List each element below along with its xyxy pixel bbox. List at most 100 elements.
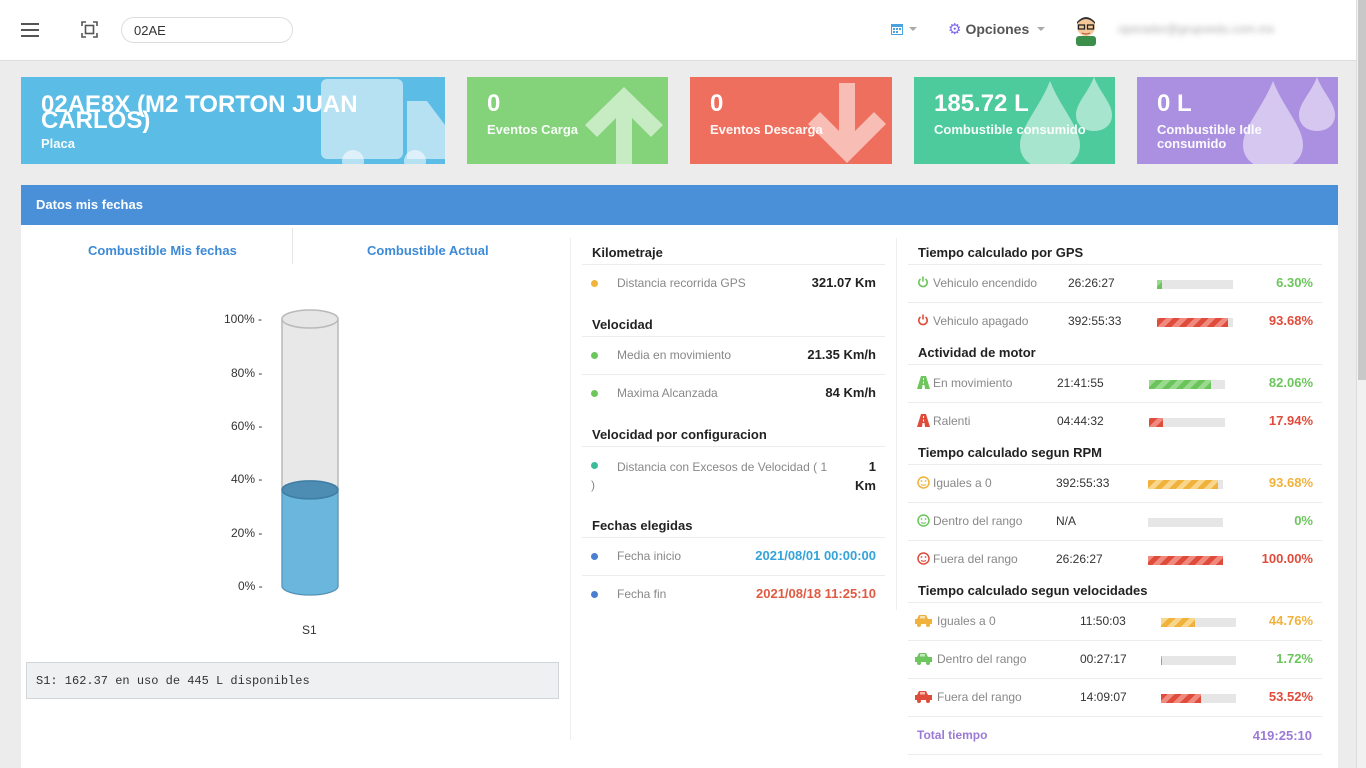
row-label: Distancia con Excesos de Velocidad ( 1 [617, 460, 828, 474]
top-navbar: ⚙ Opciones operador@grupoedu.com.mx [0, 0, 1356, 61]
list-item: Fecha inicio 2021/08/01 00:00:00 [582, 537, 885, 575]
progress-fill [1161, 694, 1202, 703]
list-item: En movimiento 21:41:55 82.06% [908, 364, 1322, 402]
search-input[interactable] [121, 17, 293, 43]
car-icon [914, 690, 932, 704]
end-date-value: 2021/08/18 11:25:10 [756, 586, 876, 601]
list-item: Fuera del rango 14:09:07 53.52% [908, 678, 1322, 716]
plate-value: 02AE8X (M2 TORTON JUAN CARLOS) [41, 91, 358, 134]
row-time: 26:26:27 [1068, 276, 1115, 290]
row-time: 14:09:07 [1080, 690, 1127, 704]
section-title-velocidades: Tiempo calculado segun velocidades [918, 583, 1148, 598]
username-label[interactable]: operador@grupoedu.com.mx [1118, 22, 1328, 36]
road-icon [917, 376, 931, 390]
progress-bar [1157, 280, 1233, 289]
car-icon [914, 652, 932, 666]
progress-fill [1161, 618, 1195, 627]
idle-fuel-card: 0 L Combustible Idle consumido [1137, 77, 1338, 164]
fuel-level-surface [281, 480, 339, 500]
row-percent: 17.94% [1268, 413, 1313, 428]
list-item: Distancia recorrida GPS 321.07 Km [582, 264, 885, 302]
avatar[interactable] [1072, 14, 1100, 46]
progress-bar [1148, 480, 1223, 489]
row-percent: 1.72% [1276, 651, 1313, 666]
tab-fuel-current[interactable]: Combustible Actual [367, 243, 489, 258]
row-percent: 93.68% [1268, 313, 1313, 328]
row-value: 84 Km/h [825, 385, 876, 400]
power-icon [917, 314, 931, 328]
column-divider [896, 238, 897, 610]
gear-icon: ⚙ [948, 21, 962, 38]
calendar-button[interactable] [890, 20, 924, 40]
section-title-config: Velocidad por configuracion [592, 427, 767, 442]
plate-label: Placa [41, 136, 75, 151]
axis-label: 100% - [224, 312, 263, 326]
status-dot [591, 352, 598, 359]
progress-bar [1149, 418, 1225, 427]
options-label: Opciones [965, 21, 1030, 37]
unload-events-value: 0 [710, 90, 724, 117]
section-title-rpm: Tiempo calculado segun RPM [918, 445, 1102, 460]
row-label: ) [591, 478, 595, 492]
unload-events-label: Eventos Descarga [710, 122, 823, 137]
load-events-card: 0 Eventos Carga [467, 77, 668, 164]
list-item: Ralenti 04:44:32 17.94% [908, 402, 1322, 440]
axis-label: 80% - [231, 366, 263, 380]
total-time-value: 419:25:10 [1252, 728, 1312, 743]
row-time: 392:55:33 [1056, 476, 1110, 490]
chevron-down-icon [909, 27, 917, 32]
tab-fuel-my-dates[interactable]: Combustible Mis fechas [88, 243, 237, 258]
fuel-consumed-card: 185.72 L Combustible consumido [914, 77, 1115, 164]
row-label: Distancia recorrida GPS [617, 276, 746, 290]
status-dot [591, 280, 598, 287]
row-percent: 82.06% [1268, 375, 1313, 390]
arrow-up-icon [585, 87, 663, 164]
menu-icon[interactable] [21, 23, 39, 37]
drop-icon [1020, 77, 1112, 164]
progress-bar [1161, 656, 1236, 665]
progress-bar [1157, 318, 1233, 327]
row-time: 11:50:03 [1080, 614, 1126, 628]
progress-bar [1161, 694, 1236, 703]
status-dot [591, 390, 598, 397]
load-events-value: 0 [487, 90, 501, 117]
row-percent: 93.68% [1268, 475, 1313, 490]
start-date-value: 2021/08/01 00:00:00 [755, 548, 876, 563]
row-label: Dentro del rango [937, 652, 1027, 666]
row-label: Fuera del rango [933, 552, 1018, 566]
list-item: Fecha fin 2021/08/18 11:25:10 [582, 575, 885, 613]
list-item: Dentro del rango 00:27:17 1.72% [908, 640, 1322, 678]
row-label: Fuera del rango [937, 690, 1022, 704]
axis-label: 20% - [231, 526, 263, 540]
gauge-icon [917, 552, 931, 566]
divider [908, 754, 1322, 755]
progress-fill [1161, 656, 1163, 665]
row-time: 21:41:55 [1057, 376, 1104, 390]
list-item: Maxima Alcanzada 84 Km/h [582, 374, 885, 412]
axis-label: 40% - [231, 472, 263, 486]
progress-fill [1149, 418, 1163, 427]
calendar-icon [891, 24, 903, 36]
row-percent: 6.30% [1276, 275, 1313, 290]
row-value: 321.07 Km [811, 275, 876, 290]
fullscreen-icon[interactable] [81, 21, 98, 38]
load-events-label: Eventos Carga [487, 122, 579, 137]
power-icon [917, 276, 931, 290]
list-item: Vehiculo encendido 26:26:27 6.30% [908, 264, 1322, 302]
row-label: Iguales a 0 [933, 476, 992, 490]
status-dot [591, 591, 598, 598]
options-menu[interactable]: ⚙ Opciones [948, 20, 1046, 38]
fuel-consumed-value: 185.72 L [934, 90, 1029, 117]
section-title-motor: Actividad de motor [918, 345, 1036, 360]
progress-fill [1149, 380, 1212, 389]
page-scrollbar[interactable] [1356, 0, 1366, 768]
list-item: Dentro del rango N/A 0% [908, 502, 1322, 540]
row-value: Km [855, 478, 876, 493]
section-title-kilometraje: Kilometraje [592, 245, 663, 260]
section-title-fechas: Fechas elegidas [592, 518, 693, 533]
progress-fill [1148, 556, 1223, 565]
row-label: Fecha inicio [617, 549, 682, 563]
list-item: Iguales a 0 392:55:33 93.68% [908, 464, 1322, 502]
row-time: 04:44:32 [1057, 414, 1104, 428]
list-item: Vehiculo apagado 392:55:33 93.68% [908, 302, 1322, 340]
